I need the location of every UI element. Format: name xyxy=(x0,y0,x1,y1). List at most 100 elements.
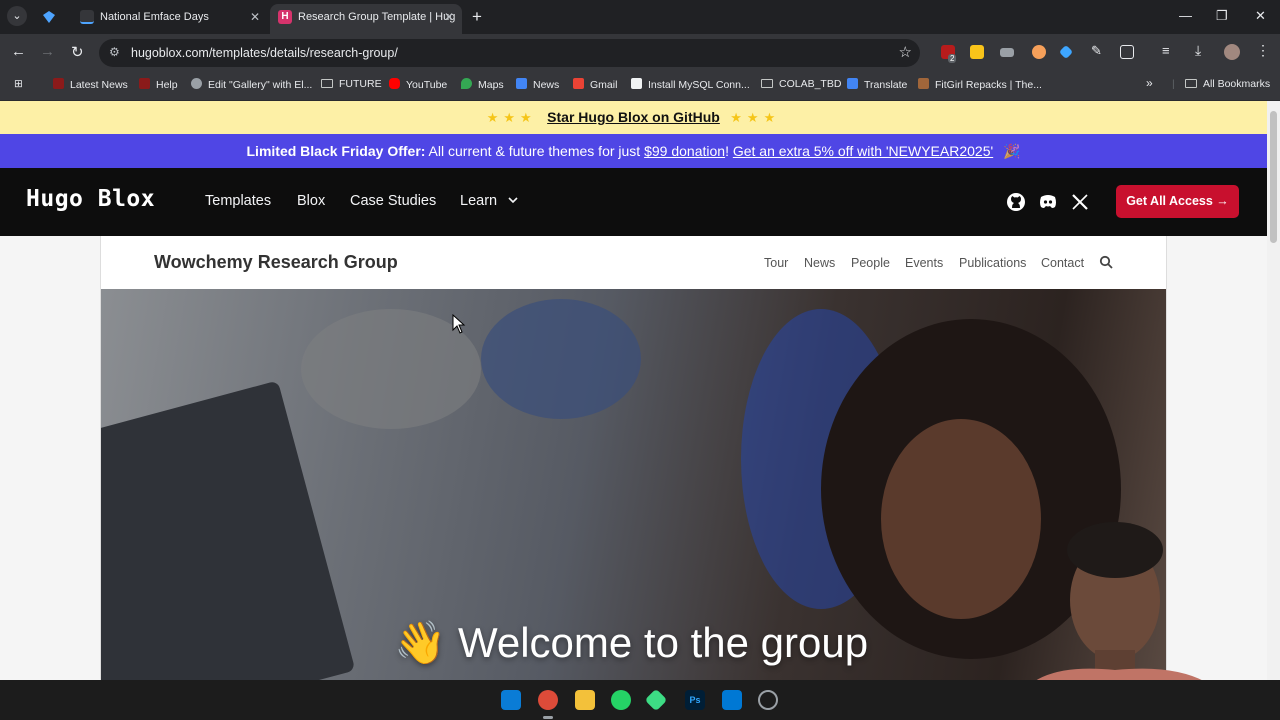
download-icon[interactable]: ⤓ xyxy=(1195,42,1209,58)
pinned-tab[interactable] xyxy=(38,8,60,26)
extensions-puzzle-icon[interactable] xyxy=(1120,45,1134,59)
scrollbar-thumb[interactable] xyxy=(1270,111,1277,243)
bookmark-install-mysql[interactable]: Install MySQL Conn... xyxy=(631,78,750,91)
close-tab-icon[interactable]: ✕ xyxy=(444,4,454,30)
windows-start-icon[interactable] xyxy=(501,690,521,710)
reload-icon[interactable]: ↻ xyxy=(71,43,84,61)
preview-nav-publications[interactable]: Publications xyxy=(959,256,1026,270)
bookmark-label: Install MySQL Conn... xyxy=(648,79,750,91)
bookmark-edit-gallery[interactable]: Edit "Gallery" with El... xyxy=(191,78,312,91)
folder-icon xyxy=(1185,79,1197,88)
extension-tab-icon[interactable] xyxy=(970,45,984,59)
bookmark-future[interactable]: FUTURE xyxy=(321,78,382,90)
bookmark-star-icon[interactable]: ☆ xyxy=(899,43,912,61)
extension-screen-icon[interactable] xyxy=(1000,48,1014,57)
extension-drop-icon[interactable] xyxy=(1032,45,1046,59)
folder-icon xyxy=(761,79,773,88)
bookmark-label: Latest News xyxy=(70,79,128,91)
get-all-access-button[interactable]: Get All Access → xyxy=(1116,185,1239,218)
photoshop-icon[interactable]: Ps xyxy=(685,690,705,710)
bookmark-gmail[interactable]: Gmail xyxy=(573,78,617,91)
extension-gem-icon[interactable] xyxy=(1058,44,1074,60)
party-popper-icon: 🎉 xyxy=(1003,143,1021,159)
whatsapp-icon[interactable] xyxy=(611,690,631,710)
bookmark-favicon-icon xyxy=(139,78,150,89)
vscode-icon[interactable] xyxy=(722,690,742,710)
bookmark-label: Maps xyxy=(478,79,504,91)
donation-link[interactable]: $99 donation xyxy=(644,143,725,159)
bookmark-youtube[interactable]: YouTube xyxy=(389,78,447,91)
close-window-icon[interactable]: ✕ xyxy=(1255,8,1266,24)
github-icon[interactable] xyxy=(1006,192,1026,212)
promo-heading: Limited Black Friday Offer: xyxy=(246,143,426,159)
apps-grid-icon[interactable]: ⊞ xyxy=(14,78,23,90)
more-bookmarks-icon[interactable]: » xyxy=(1146,76,1153,90)
minimize-icon[interactable]: — xyxy=(1179,8,1192,23)
profile-avatar[interactable] xyxy=(1224,44,1240,60)
all-bookmarks[interactable]: All Bookmarks xyxy=(1185,78,1270,90)
bookmark-label: COLAB_TBD xyxy=(779,78,842,90)
translate-icon xyxy=(847,78,858,89)
bookmark-fitgirl[interactable]: FitGirl Repacks | The... xyxy=(918,78,1042,91)
news-icon xyxy=(516,78,527,89)
back-icon[interactable]: ← xyxy=(11,43,26,60)
bookmark-translate[interactable]: Translate xyxy=(847,78,907,91)
tab-strip: ⌄ National Emface Days ✕ H Research Grou… xyxy=(0,0,1280,34)
bookmark-label: FUTURE xyxy=(339,78,382,90)
site-info-icon[interactable]: ⚙ xyxy=(109,45,120,59)
close-tab-icon[interactable]: ✕ xyxy=(250,4,260,30)
url-text[interactable]: hugoblox.com/templates/details/research-… xyxy=(131,46,398,60)
bookmark-label: Edit "Gallery" with El... xyxy=(208,79,313,91)
bookmark-news[interactable]: News xyxy=(516,78,559,91)
nav-learn[interactable]: Learn xyxy=(460,193,519,209)
bookmark-favicon-icon xyxy=(918,78,929,89)
maps-pin-icon xyxy=(461,78,472,89)
nav-templates[interactable]: Templates xyxy=(205,193,271,209)
discount-link[interactable]: Get an extra 5% off with 'NEWYEAR2025' xyxy=(733,143,993,159)
bookmark-latest-news[interactable]: Latest News xyxy=(53,78,128,91)
tab-research-group[interactable]: H Research Group Template | Hug ✕ xyxy=(270,4,462,34)
bookmark-colab-tbd[interactable]: COLAB_TBD xyxy=(761,78,841,90)
star-icons: ★★★ xyxy=(730,110,781,125)
chrome-icon[interactable] xyxy=(538,690,558,710)
bookmark-label: Gmail xyxy=(590,79,618,91)
tab-search-icon[interactable]: ⌄ xyxy=(7,6,27,26)
hugo-blox-logo[interactable]: Hugo Blox xyxy=(26,186,155,212)
github-star-link[interactable]: Star Hugo Blox on GitHub xyxy=(547,109,720,125)
x-twitter-icon[interactable] xyxy=(1070,192,1090,212)
browser-toolbar: ← → ↻ ⚙ hugoblox.com/templates/details/r… xyxy=(0,34,1280,71)
preview-nav-news[interactable]: News xyxy=(804,256,835,270)
android-studio-icon[interactable] xyxy=(644,688,668,712)
search-icon[interactable] xyxy=(1099,255,1113,269)
new-tab-icon[interactable]: + xyxy=(472,7,482,27)
bookmark-label: YouTube xyxy=(406,79,448,91)
forward-icon[interactable]: → xyxy=(40,43,55,60)
tab-national-emface-days[interactable]: National Emface Days ✕ xyxy=(72,4,268,34)
promo-separator: ! xyxy=(725,143,733,159)
preview-nav-contact[interactable]: Contact xyxy=(1041,256,1084,270)
preview-nav-people[interactable]: People xyxy=(851,256,890,270)
gmail-icon xyxy=(573,78,584,89)
obs-icon[interactable] xyxy=(758,690,778,710)
preview-site-title[interactable]: Wowchemy Research Group xyxy=(154,252,398,273)
restore-icon[interactable]: ❐ xyxy=(1216,8,1228,24)
bookmark-help[interactable]: Help xyxy=(139,78,178,91)
preview-nav-events[interactable]: Events xyxy=(905,256,943,270)
nav-learn-label: Learn xyxy=(460,193,498,209)
doc-icon xyxy=(631,78,642,89)
nav-blox[interactable]: Blox xyxy=(297,193,325,209)
extension-eyedropper-icon[interactable]: ✎ xyxy=(1091,43,1105,58)
site-navbar: Hugo Blox Templates Blox Case Studies Le… xyxy=(0,168,1267,236)
browser-menu-icon[interactable]: ⋮ xyxy=(1256,42,1270,58)
hugo-favicon-icon: H xyxy=(278,10,292,24)
preview-nav-tour[interactable]: Tour xyxy=(764,256,788,270)
address-bar[interactable]: ⚙ hugoblox.com/templates/details/researc… xyxy=(99,39,920,67)
discord-icon[interactable] xyxy=(1038,192,1058,212)
hero-title: 👋 Welcome to the group xyxy=(394,619,869,666)
bookmark-maps[interactable]: Maps xyxy=(461,78,504,91)
media-control-icon[interactable]: ≡ xyxy=(1162,43,1176,58)
nav-case-studies[interactable]: Case Studies xyxy=(350,193,436,209)
file-explorer-icon[interactable] xyxy=(575,690,595,710)
active-indicator xyxy=(543,716,553,719)
bookmark-favicon-icon xyxy=(53,78,64,89)
